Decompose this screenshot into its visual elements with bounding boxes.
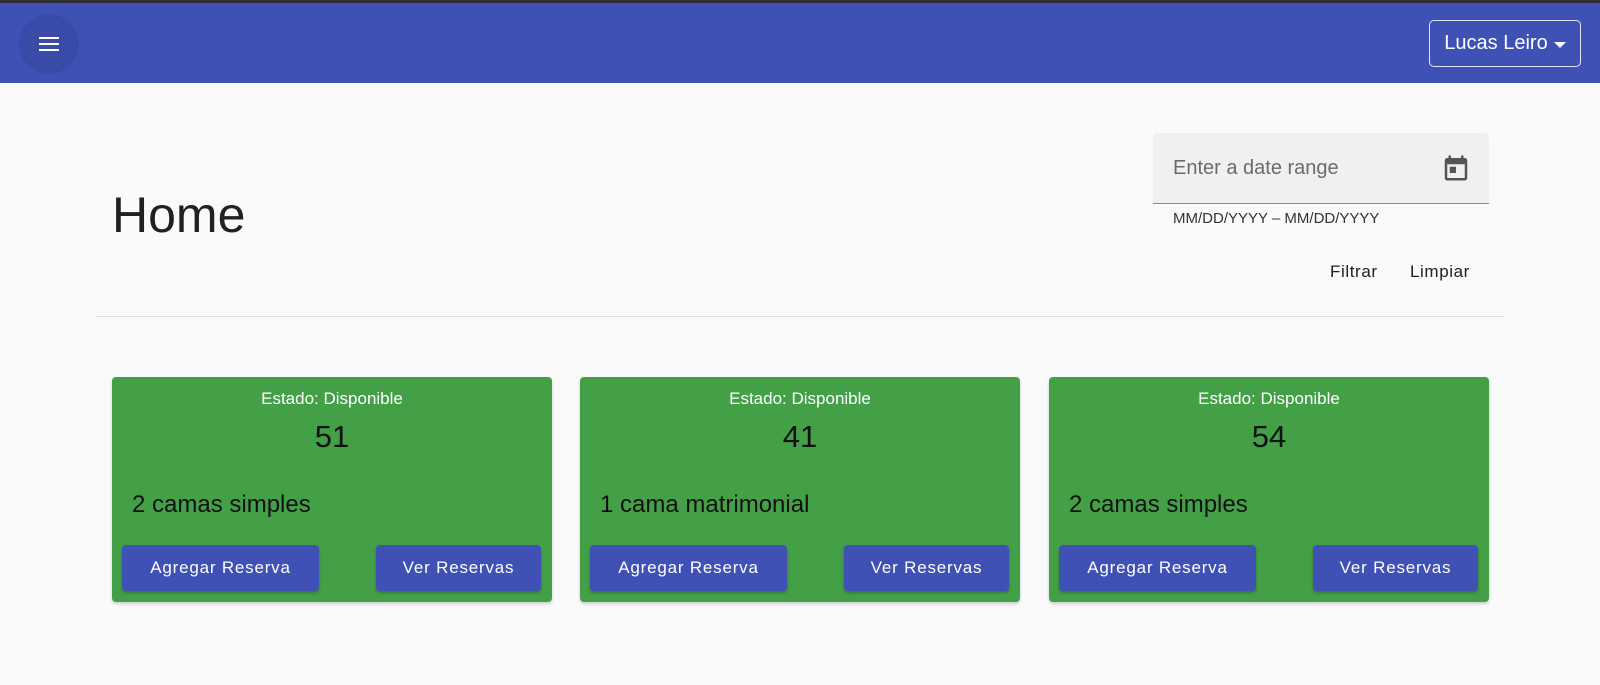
menu-button[interactable]	[19, 14, 79, 74]
divider	[96, 316, 1504, 317]
add-reservation-button[interactable]: Agregar Reserva	[1059, 545, 1256, 591]
view-reservations-button[interactable]: Ver Reservas	[1313, 545, 1478, 591]
clear-button[interactable]: Limpiar	[1410, 262, 1470, 282]
room-status: Estado: Disponible	[261, 389, 403, 408]
date-range-placeholder: Enter a date range	[1173, 157, 1339, 179]
menu-icon	[39, 37, 59, 51]
view-reservations-button[interactable]: Ver Reservas	[844, 545, 1009, 591]
room-description: 2 camas simples	[1069, 491, 1248, 518]
room-number: 51	[314, 419, 350, 454]
add-reservation-button[interactable]: Agregar Reserva	[590, 545, 787, 591]
user-name: Lucas Leiro	[1444, 32, 1548, 54]
date-range-input[interactable]: Enter a date range	[1153, 133, 1489, 204]
caret-down-icon	[1553, 41, 1566, 48]
room-number: 54	[1251, 419, 1287, 454]
date-format-hint: MM/DD/YYYY – MM/DD/YYYY	[1173, 210, 1380, 227]
room-status: Estado: Disponible	[1198, 389, 1340, 408]
user-menu-button[interactable]: Lucas Leiro	[1429, 20, 1581, 67]
room-description: 2 camas simples	[132, 491, 311, 518]
view-reservations-button[interactable]: Ver Reservas	[376, 545, 541, 591]
room-description: 1 cama matrimonial	[600, 491, 810, 518]
room-status: Estado: Disponible	[729, 389, 871, 408]
room-card: Estado: Disponible 51 2 camas simples Ag…	[112, 377, 552, 602]
calendar-icon[interactable]	[1441, 153, 1471, 183]
add-reservation-button[interactable]: Agregar Reserva	[122, 545, 319, 591]
page-title: Home	[112, 187, 246, 243]
room-card: Estado: Disponible 54 2 camas simples Ag…	[1049, 377, 1489, 602]
room-card: Estado: Disponible 41 1 cama matrimonial…	[580, 377, 1020, 602]
room-number: 41	[782, 419, 818, 454]
top-app-bar: Lucas Leiro	[0, 0, 1600, 83]
filter-button[interactable]: Filtrar	[1330, 262, 1378, 282]
